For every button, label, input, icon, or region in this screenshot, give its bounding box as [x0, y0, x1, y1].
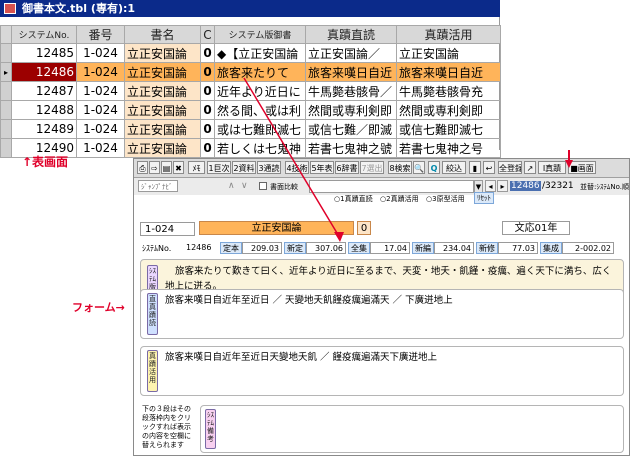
row-to-form-arrowhead	[334, 232, 344, 242]
row-to-form-arrow	[243, 77, 341, 239]
form-pointer-arrowhead	[565, 160, 573, 168]
annotation-arrows	[243, 77, 573, 242]
